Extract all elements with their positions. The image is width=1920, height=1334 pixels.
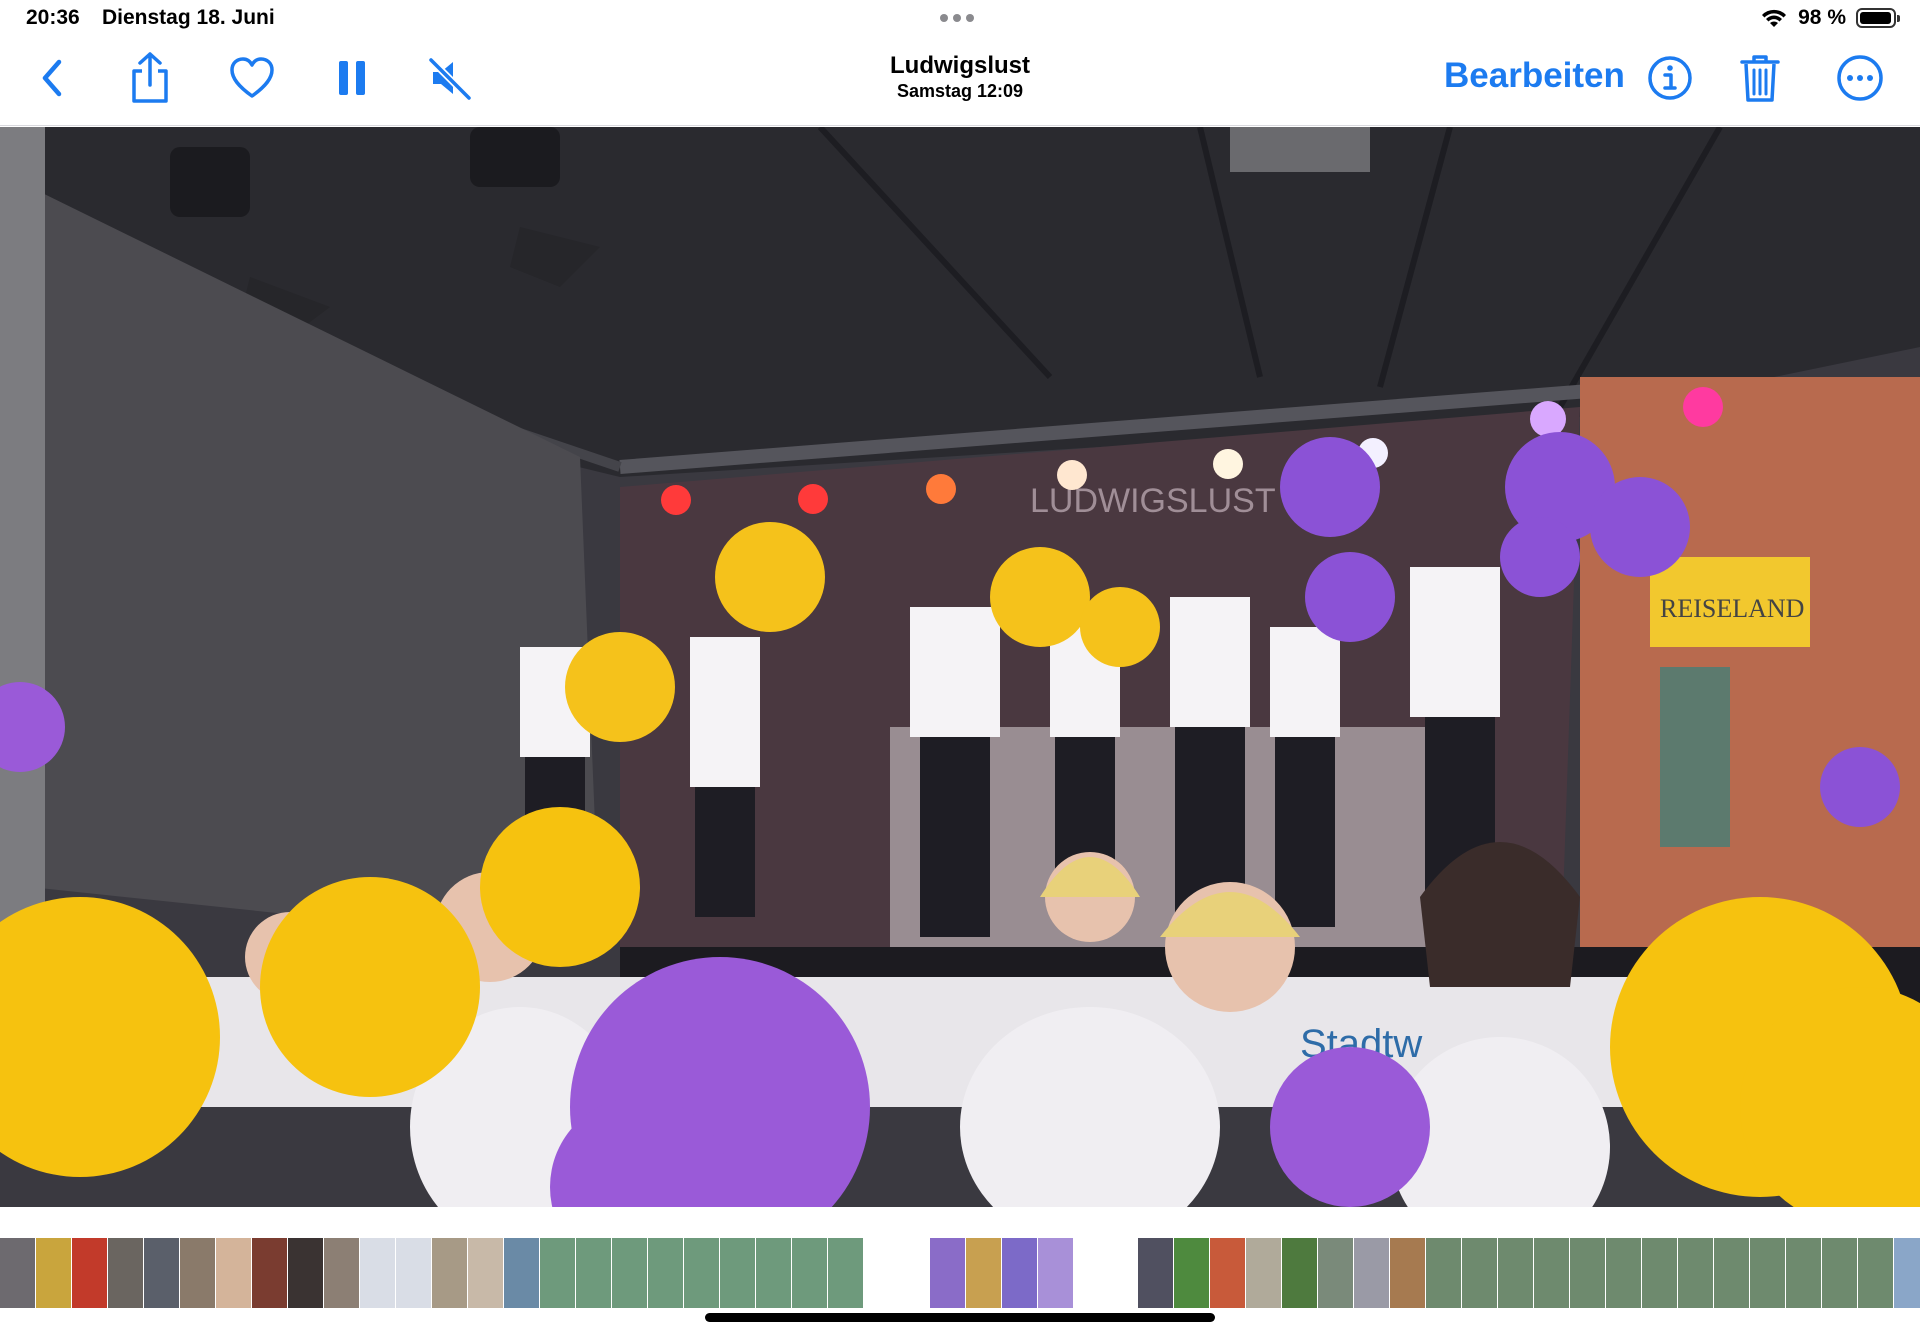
info-icon — [1648, 56, 1692, 100]
info-button[interactable] — [1640, 48, 1700, 108]
thumbnail[interactable] — [1498, 1238, 1533, 1308]
thumbnail[interactable] — [828, 1238, 863, 1308]
thumbnail[interactable] — [432, 1238, 467, 1308]
thumbnail[interactable] — [1786, 1238, 1821, 1308]
thumbnail[interactable] — [930, 1238, 965, 1308]
photo-toolbar: Ludwigslust Samstag 12:09 Bearbeiten — [0, 38, 1920, 126]
thumbnail[interactable] — [0, 1238, 35, 1308]
wifi-icon — [1762, 9, 1787, 27]
thumbnail[interactable] — [288, 1238, 323, 1308]
thumbnail[interactable] — [1750, 1238, 1785, 1308]
thumbnail[interactable] — [504, 1238, 539, 1308]
stage-performance-image: LUDWIGSLUST REISELAND Stadtw — [0, 127, 1920, 1207]
home-indicator[interactable] — [705, 1313, 1215, 1322]
back-button[interactable] — [22, 48, 82, 108]
back-chevron-icon — [42, 59, 62, 97]
pause-icon — [339, 61, 365, 95]
thumbnail[interactable] — [396, 1238, 431, 1308]
thumbnail[interactable] — [540, 1238, 575, 1308]
thumbnail[interactable] — [576, 1238, 611, 1308]
thumbnail[interactable] — [1534, 1238, 1569, 1308]
photo-timestamp: Samstag 12:09 — [896, 81, 1024, 101]
thumbnail[interactable] — [1714, 1238, 1749, 1308]
photo-title-block: Ludwigslust Samstag 12:09 — [760, 52, 1160, 102]
thumbnail[interactable] — [180, 1238, 215, 1308]
more-ellipsis-icon — [1837, 55, 1883, 101]
thumbnail[interactable] — [1678, 1238, 1713, 1308]
thumbnail[interactable] — [1462, 1238, 1497, 1308]
thumbnail[interactable] — [1570, 1238, 1605, 1308]
thumbnail[interactable] — [216, 1238, 251, 1308]
thumbnail[interactable] — [720, 1238, 755, 1308]
thumbnail[interactable] — [1606, 1238, 1641, 1308]
thumbnail[interactable] — [1038, 1238, 1073, 1308]
thumbnail[interactable] — [1822, 1238, 1857, 1308]
delete-button[interactable] — [1730, 48, 1790, 108]
thumbnail[interactable] — [1074, 1238, 1109, 1308]
thumbnail[interactable] — [894, 1238, 929, 1308]
muted-speaker-icon — [427, 56, 473, 100]
thumbnail[interactable] — [792, 1238, 827, 1308]
pause-button[interactable] — [322, 48, 382, 108]
thumbnail[interactable] — [108, 1238, 143, 1308]
thumbnail[interactable] — [36, 1238, 71, 1308]
thumbnail[interactable] — [612, 1238, 647, 1308]
thumbnail[interactable] — [1390, 1238, 1425, 1308]
thumbnail[interactable] — [966, 1238, 1001, 1308]
thumbnail[interactable] — [1318, 1238, 1353, 1308]
heart-icon — [230, 57, 274, 98]
battery-icon — [1856, 8, 1900, 28]
thumbnail[interactable] — [1354, 1238, 1389, 1308]
thumbnail-strip[interactable] — [0, 1238, 1920, 1308]
thumbnail[interactable] — [1138, 1238, 1173, 1308]
thumbnail[interactable] — [1246, 1238, 1281, 1308]
thumbnail[interactable] — [756, 1238, 791, 1308]
status-indicators: 98 % — [1760, 6, 1900, 30]
status-date: Dienstag 18. Juni — [102, 6, 275, 29]
thumbnail[interactable] — [1894, 1238, 1920, 1308]
video-frame[interactable]: LUDWIGSLUST REISELAND Stadtw — [0, 127, 1920, 1207]
share-icon — [132, 52, 168, 103]
favorite-button[interactable] — [222, 48, 282, 108]
thumbnail[interactable] — [1426, 1238, 1461, 1308]
edit-button[interactable]: Bearbeiten — [1444, 56, 1625, 96]
thumbnail[interactable] — [1210, 1238, 1245, 1308]
battery-percent: 98 % — [1798, 6, 1846, 29]
page-title: Ludwigslust — [890, 52, 1030, 79]
status-bar: 20:36 Dienstag 18. Juni 98 % — [0, 0, 1920, 38]
thumbnail[interactable] — [684, 1238, 719, 1308]
thumbnail[interactable] — [1002, 1238, 1037, 1308]
thumbnail[interactable] — [1642, 1238, 1677, 1308]
share-button[interactable] — [120, 48, 180, 108]
svg-text:REISELAND: REISELAND — [1660, 594, 1804, 623]
thumbnail[interactable] — [72, 1238, 107, 1308]
thumbnail[interactable] — [324, 1238, 359, 1308]
thumbnail[interactable] — [144, 1238, 179, 1308]
thumbnail[interactable] — [468, 1238, 503, 1308]
thumbnail[interactable] — [1282, 1238, 1317, 1308]
mute-button[interactable] — [420, 48, 480, 108]
thumbnail[interactable] — [1858, 1238, 1893, 1308]
thumbnail[interactable] — [360, 1238, 395, 1308]
thumbnail[interactable] — [648, 1238, 683, 1308]
trash-icon — [1740, 55, 1780, 102]
status-time: 20:36 — [26, 6, 80, 29]
multitasking-dots-icon[interactable] — [940, 14, 974, 22]
more-button[interactable] — [1830, 48, 1890, 108]
thumbnail[interactable] — [252, 1238, 287, 1308]
thumbnail[interactable] — [1174, 1238, 1209, 1308]
